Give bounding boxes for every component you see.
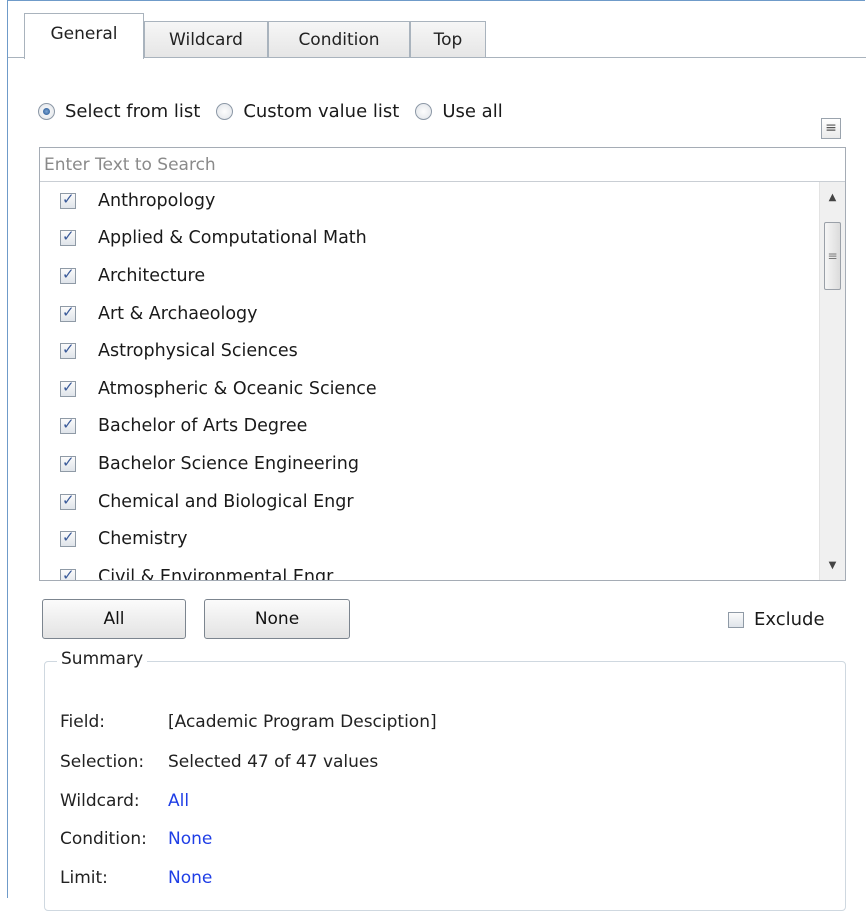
value-listbox: Anthropology Applied & Computational Mat… [39,147,846,581]
radio-custom-value-list[interactable]: Custom value list [216,101,399,122]
list-item[interactable]: Applied & Computational Math [40,220,817,258]
scrollbar-thumb[interactable]: ≡ [824,222,841,290]
list-item[interactable]: Astrophysical Sciences [40,332,817,370]
list-item[interactable]: Architecture [40,257,817,295]
selection-mode-group: Select from list Custom value list Use a… [38,99,519,123]
exclude-option[interactable]: Exclude [728,609,825,630]
list-item-label: Atmospheric & Oceanic Science [98,378,377,399]
summary-condition-label: Condition: [60,829,147,849]
select-none-button[interactable]: None [204,599,350,639]
summary-group: Summary Field: [Academic Program Descipt… [44,649,846,911]
list-item-label: Bachelor Science Engineering [98,453,359,474]
filter-dialog: General Wildcard Condition Top Select fr… [7,0,866,911]
list-item[interactable]: Bachelor Science Engineering [40,445,817,483]
checkbox-checked-icon[interactable] [60,415,76,435]
list-item[interactable]: Atmospheric & Oceanic Science [40,370,817,408]
summary-selection-value: Selected 47 of 47 values [168,752,379,772]
summary-field-row: Field: [Academic Program Desciption] [60,712,437,732]
list-item[interactable]: Chemistry [40,520,817,558]
checkbox-checked-icon[interactable] [60,528,76,548]
list-item-label: Architecture [98,265,206,286]
list-item-label: Art & Archaeology [98,303,258,324]
list-item-label: Astrophysical Sciences [98,341,298,362]
radio-label: Custom value list [243,100,400,122]
list-item[interactable]: Civil & Environmental Engr [40,558,817,580]
list-item-label: Bachelor of Arts Degree [98,416,308,437]
radio-label: Use all [442,100,503,122]
search-input[interactable] [40,148,845,182]
summary-field-label: Field: [60,712,105,732]
list-item-label: Chemical and Biological Engr [98,491,354,512]
radio-button[interactable] [216,102,234,120]
select-all-button[interactable]: All [42,599,186,639]
summary-field-value: [Academic Program Desciption] [168,712,437,732]
scroll-down-arrow-icon[interactable]: ▼ [820,554,845,578]
hamburger-menu-icon: ≡ [825,120,837,136]
list-item-label: Civil & Environmental Engr [98,566,334,580]
summary-wildcard-label: Wildcard: [60,791,140,811]
summary-condition-row: Condition: None [60,829,212,849]
tab-strip: General Wildcard Condition Top [8,1,866,59]
radio-button-checked[interactable] [38,102,55,120]
checkbox-checked-icon[interactable] [60,453,76,472]
tab-wildcard[interactable]: Wildcard [144,21,268,57]
list-item[interactable]: Anthropology [40,182,817,220]
scroll-up-arrow-icon[interactable]: ▲ [820,186,845,210]
radio-button[interactable] [415,102,433,120]
checkbox-checked-icon[interactable] [60,340,76,360]
checkbox-checked-icon[interactable] [60,190,76,209]
checkbox-checked-icon[interactable] [60,265,76,284]
tab-top[interactable]: Top [410,21,486,57]
list-item[interactable]: Bachelor of Arts Degree [40,408,817,446]
list-item[interactable]: Chemical and Biological Engr [40,483,817,521]
checkbox-checked-icon[interactable] [60,378,76,397]
list-item[interactable]: Art & Archaeology [40,295,817,333]
summary-selection-row: Selection: Selected 47 of 47 values [60,752,378,772]
summary-selection-label: Selection: [60,752,145,772]
summary-wildcard-row: Wildcard: All [60,791,189,811]
checkbox-checked-icon[interactable] [60,303,76,322]
list-item-label: Anthropology [98,190,216,211]
summary-limit-label: Limit: [60,868,108,888]
summary-condition-link[interactable]: None [168,829,212,849]
list-item-label: Chemistry [98,529,188,550]
exclude-label: Exclude [754,609,825,630]
vertical-scrollbar[interactable]: ▲ ≡ ▼ [819,182,845,580]
summary-limit-row: Limit: None [60,868,212,888]
checkbox-checked-icon[interactable] [60,227,76,247]
radio-label: Select from list [65,100,201,122]
radio-select-from-list[interactable]: Select from list [38,101,200,122]
tab-condition[interactable]: Condition [268,21,410,57]
list-options-menu-button[interactable]: ≡ [821,118,841,139]
radio-use-all[interactable]: Use all [415,100,503,122]
summary-title: Summary [57,649,148,669]
checkbox-checked-icon[interactable] [60,566,76,580]
exclude-checkbox[interactable] [728,611,744,628]
summary-wildcard-link[interactable]: All [168,791,189,811]
summary-limit-link[interactable]: None [168,868,212,888]
checkbox-checked-icon[interactable] [60,491,76,510]
value-list: Anthropology Applied & Computational Mat… [40,182,817,580]
list-item-label: Applied & Computational Math [98,228,367,249]
tab-general[interactable]: General [24,13,144,59]
